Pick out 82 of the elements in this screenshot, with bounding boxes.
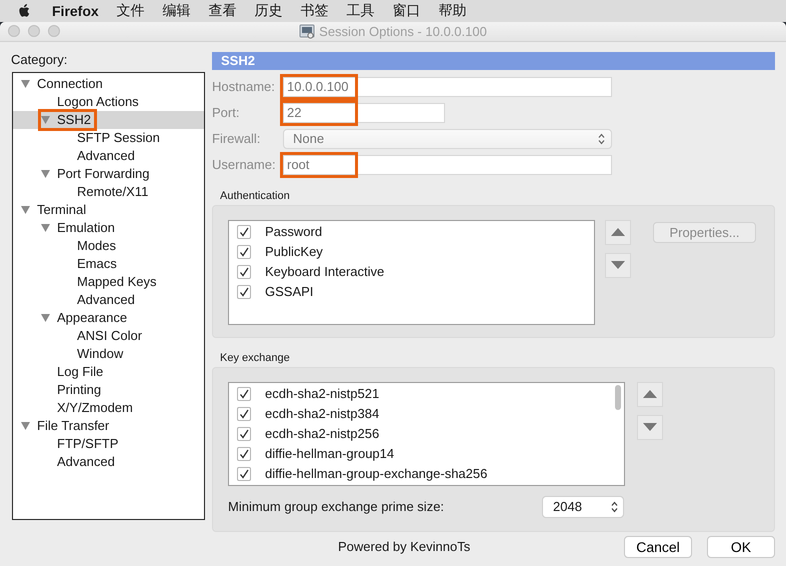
- checkbox[interactable]: [237, 426, 251, 441]
- checkbox[interactable]: [237, 244, 251, 259]
- tree-item[interactable]: SFTP Session: [13, 128, 204, 147]
- menu-item[interactable]: 编辑: [162, 2, 191, 20]
- tree-item[interactable]: Emulation: [13, 218, 204, 237]
- list-item[interactable]: PublicKey: [229, 242, 594, 262]
- field-label: Port:: [212, 105, 240, 120]
- window-title: Session Options - 10.0.0.100: [319, 24, 487, 39]
- menu-item[interactable]: 工具: [346, 2, 375, 20]
- move-down-button[interactable]: [605, 252, 631, 278]
- tree-item[interactable]: SSH2: [13, 110, 204, 129]
- tree-item[interactable]: Window: [13, 344, 204, 363]
- tree-item[interactable]: Port Forwarding: [13, 164, 204, 183]
- category-label: Category:: [11, 52, 68, 67]
- down-triangle-icon: [611, 261, 625, 270]
- checkbox[interactable]: [237, 406, 251, 421]
- group-label: Key exchange: [220, 352, 291, 364]
- app-menu[interactable]: Firefox: [52, 3, 99, 19]
- expanded-triangle-icon[interactable]: [41, 116, 50, 124]
- menu-item[interactable]: 文件: [116, 2, 145, 20]
- menu-item[interactable]: 历史: [254, 2, 283, 20]
- tree-item[interactable]: Modes: [13, 236, 204, 255]
- tree-item[interactable]: Appearance: [13, 308, 204, 327]
- list-item[interactable]: ecdh-sha2-nistp256: [229, 424, 612, 444]
- list-item[interactable]: ecdh-sha2-nistp384: [229, 404, 612, 424]
- tree-item[interactable]: X/Y/Zmodem: [13, 398, 204, 417]
- menu-item[interactable]: 窗口: [392, 2, 421, 20]
- list-item[interactable]: ecdh-sha2-nistp521: [229, 384, 612, 404]
- dialog-button[interactable]: OK: [707, 536, 775, 558]
- section-header: SSH2: [212, 52, 775, 70]
- list-item[interactable]: GSSAPI: [229, 282, 594, 302]
- expanded-triangle-icon[interactable]: [21, 206, 30, 214]
- expanded-triangle-icon[interactable]: [21, 80, 30, 88]
- tree-item[interactable]: Advanced: [13, 452, 204, 471]
- checkbox[interactable]: [237, 264, 251, 279]
- field-label: Firewall:: [212, 131, 262, 146]
- tree-item[interactable]: Mapped Keys: [13, 272, 204, 291]
- field-label: Hostname:: [212, 79, 276, 94]
- updown-chevron-icon: [598, 132, 605, 145]
- up-triangle-icon: [643, 390, 657, 398]
- tree-item[interactable]: Advanced: [13, 146, 204, 165]
- down-triangle-icon: [643, 423, 657, 432]
- expanded-triangle-icon[interactable]: [41, 314, 50, 322]
- expanded-triangle-icon[interactable]: [41, 170, 50, 178]
- expanded-triangle-icon[interactable]: [21, 422, 30, 430]
- tree-item[interactable]: Terminal: [13, 200, 204, 219]
- menu-item[interactable]: 查看: [208, 2, 237, 20]
- tree-item[interactable]: FTP/SFTP: [13, 434, 204, 453]
- menu-item[interactable]: 帮助: [438, 2, 467, 20]
- move-up-button[interactable]: [605, 220, 631, 245]
- move-up-button[interactable]: [637, 382, 663, 407]
- apple-logo-icon[interactable]: [18, 3, 32, 19]
- expanded-triangle-icon[interactable]: [41, 224, 50, 232]
- list-item[interactable]: Password: [229, 222, 594, 242]
- checkbox[interactable]: [237, 386, 251, 401]
- tree-item[interactable]: Log File: [13, 362, 204, 381]
- group-label: Authentication: [220, 190, 291, 202]
- prime-size-label: Minimum group exchange prime size:: [228, 499, 444, 514]
- list-item[interactable]: diffie-hellman-group-exchange-sha256: [229, 464, 612, 484]
- tree-item[interactable]: Logon Actions: [13, 92, 204, 111]
- list-item[interactable]: diffie-hellman-group14: [229, 444, 612, 464]
- prime-size-dropdown[interactable]: 2048: [542, 496, 624, 518]
- tree-item[interactable]: Connection: [13, 74, 204, 93]
- tree-item[interactable]: Printing: [13, 380, 204, 399]
- checkbox[interactable]: [237, 224, 251, 239]
- up-triangle-icon: [611, 228, 625, 236]
- tree-item[interactable]: Advanced: [13, 290, 204, 309]
- menu-item[interactable]: 书签: [300, 2, 329, 20]
- checkbox[interactable]: [237, 466, 251, 481]
- field-label: Username:: [212, 157, 277, 172]
- tree-item[interactable]: Emacs: [13, 254, 204, 273]
- powered-by-text: Powered by KevinnoTs: [338, 539, 470, 554]
- tree-item[interactable]: Remote/X11: [13, 182, 204, 201]
- move-down-button[interactable]: [637, 414, 663, 440]
- tree-item[interactable]: File Transfer: [13, 416, 204, 435]
- checkbox[interactable]: [237, 446, 251, 461]
- terminal-icon: [299, 24, 316, 39]
- checkbox[interactable]: [237, 284, 251, 299]
- tree-item[interactable]: ANSI Color: [13, 326, 204, 345]
- updown-chevron-icon: [611, 500, 618, 513]
- dialog-button[interactable]: Cancel: [624, 536, 692, 558]
- list-item[interactable]: Keyboard Interactive: [229, 262, 594, 282]
